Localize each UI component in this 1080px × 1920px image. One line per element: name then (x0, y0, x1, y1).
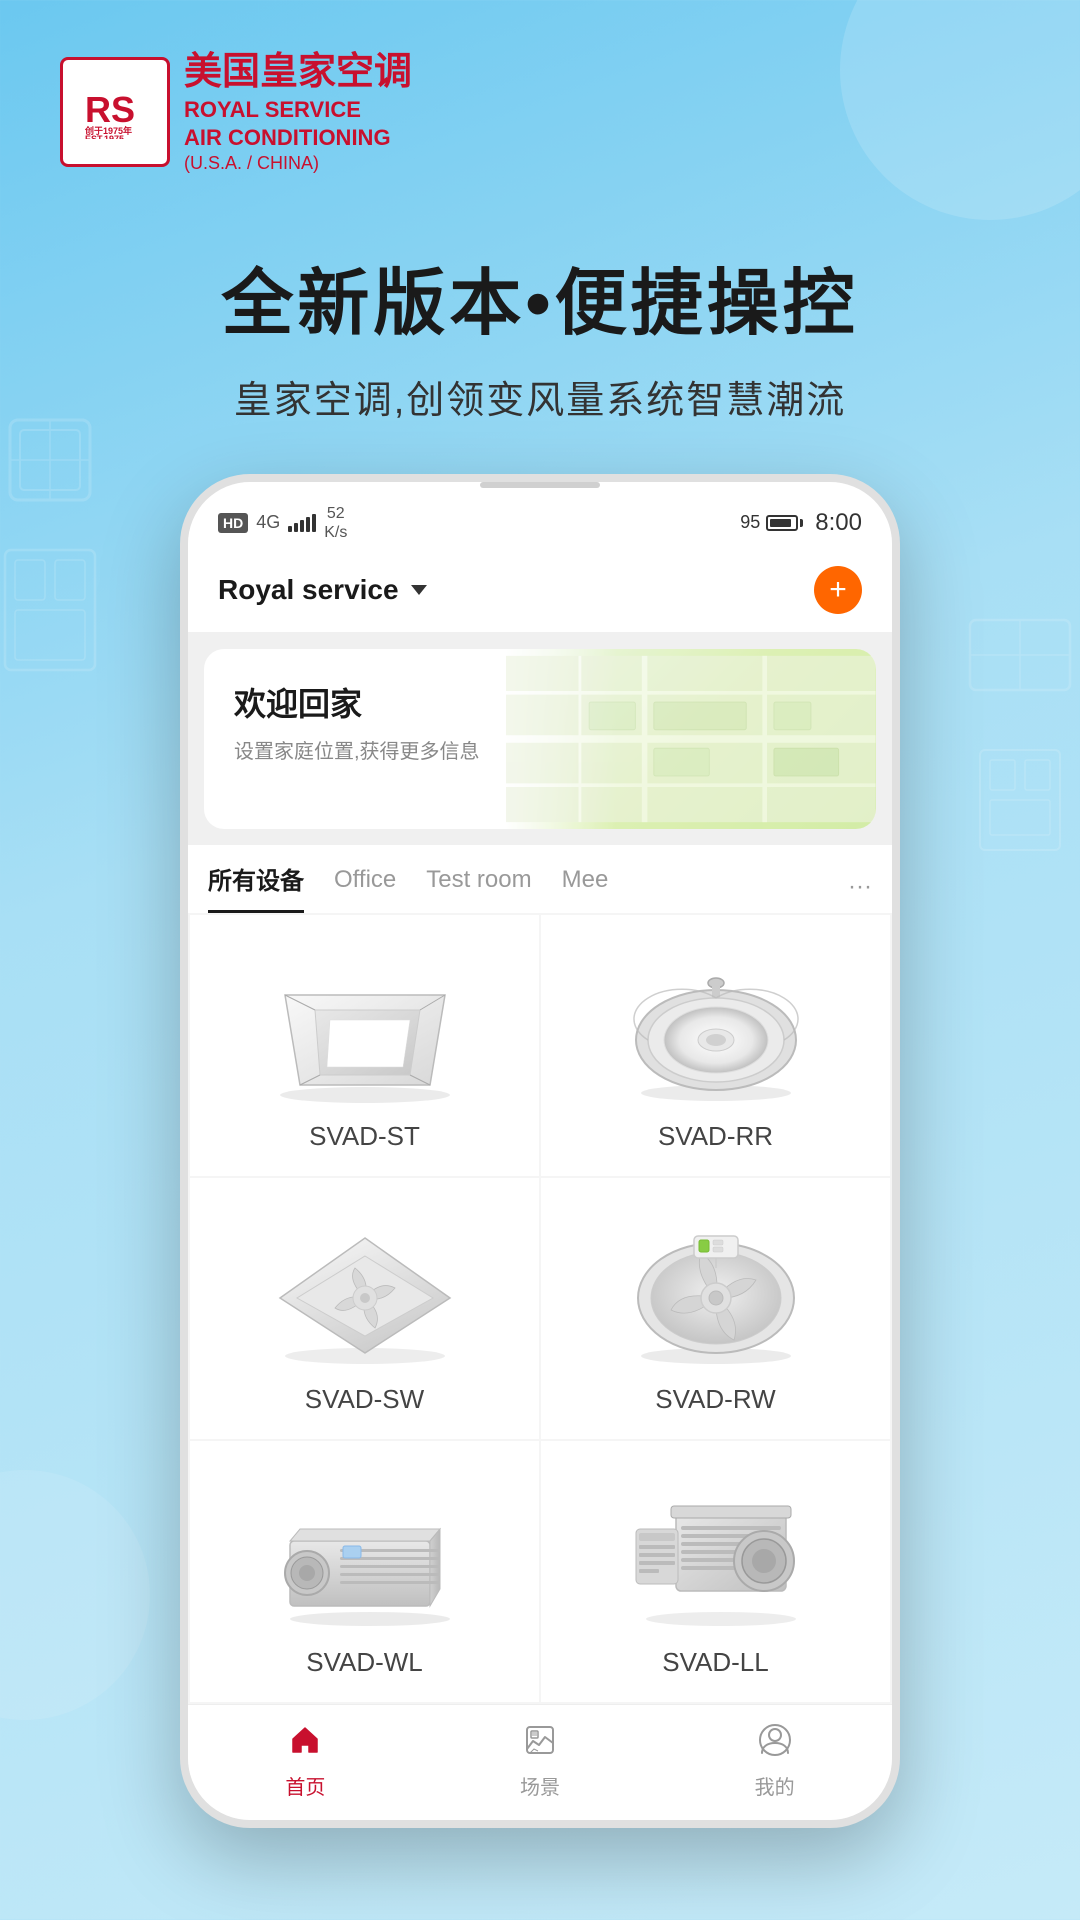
tab-mee[interactable]: Mee (562, 866, 609, 908)
svad-rr-label: SVAD-RR (658, 1121, 773, 1152)
welcome-text: 欢迎回家 设置家庭位置,获得更多信息 (204, 649, 876, 829)
device-card-svad-rr[interactable]: SVAD-RR (541, 915, 890, 1176)
phone-mockup: HD 4G 52K/s 95 (180, 474, 900, 1828)
status-bar: HD 4G 52K/s 95 (188, 488, 892, 550)
device-card-svad-sw[interactable]: SVAD-SW (190, 1178, 539, 1439)
nav-item-home[interactable]: 首页 (188, 1705, 423, 1820)
add-button[interactable]: + (814, 566, 862, 614)
device-card-svad-wl[interactable]: SVAD-WL (190, 1441, 539, 1702)
bg-deco-right (960, 600, 1080, 1000)
profile-icon (758, 1723, 792, 1765)
nav-scene-label: 场景 (520, 1771, 560, 1800)
welcome-subtitle: 设置家庭位置,获得更多信息 (234, 735, 846, 764)
hero-title: 全新版本•便捷操控 (60, 244, 1020, 349)
bottom-nav: 首页 场景 (188, 1704, 892, 1820)
phone-wrapper: HD 4G 52K/s 95 (0, 474, 1080, 1888)
battery-icon: 95 (740, 512, 803, 533)
logo-en3: (U.S.A. / CHINA) (184, 153, 412, 174)
logo-en1: ROYAL SERVICE (184, 96, 412, 125)
nav-profile-label: 我的 (755, 1771, 795, 1800)
status-left: HD 4G 52K/s (218, 504, 347, 542)
hero-subtitle: 皇家空调,创领变风量系统智慧潮流 (60, 369, 1020, 424)
battery-body (766, 515, 798, 531)
add-icon: + (829, 575, 847, 605)
scene-icon (523, 1723, 557, 1765)
svad-sw-image (265, 1208, 465, 1368)
signal-bar-2 (294, 523, 298, 532)
network-type: 4G (256, 512, 280, 533)
bg-deco-left (0, 400, 120, 800)
device-grid: SVAD-ST (188, 913, 892, 1704)
tab-office[interactable]: Office (334, 866, 396, 908)
nav-home-label: 首页 (285, 1771, 325, 1800)
svad-st-image (265, 945, 465, 1105)
nav-item-scene[interactable]: 场景 (423, 1705, 658, 1820)
notch (480, 482, 600, 488)
status-right: 95 8:00 (740, 509, 862, 537)
battery-fill (770, 519, 790, 527)
svad-wl-image (265, 1471, 465, 1631)
nav-item-profile[interactable]: 我的 (657, 1705, 892, 1820)
location-selector[interactable]: Royal service (218, 574, 427, 606)
chevron-down-icon[interactable] (411, 585, 427, 595)
svad-ll-label: SVAD-LL (662, 1647, 768, 1678)
logo-en2: AIR CONDITIONING (184, 124, 412, 153)
svg-text:EST.1975: EST.1975 (85, 134, 124, 139)
device-card-svad-rw[interactable]: SVAD-RW (541, 1178, 890, 1439)
hero-section: 全新版本•便捷操控 皇家空调,创领变风量系统智慧潮流 (0, 204, 1080, 474)
welcome-title: 欢迎回家 (234, 679, 846, 725)
app-navbar: Royal service + (188, 550, 892, 633)
welcome-card[interactable]: 欢迎回家 设置家庭位置,获得更多信息 (204, 649, 876, 829)
tab-all-devices[interactable]: 所有设备 (208, 861, 304, 913)
logo-box: RS 创于1975年 EST.1975 美国皇家空调 ROYAL SERVICE… (60, 50, 412, 174)
battery-pct: 95 (740, 512, 760, 533)
battery-tip (800, 519, 803, 527)
location-name: Royal service (218, 574, 399, 606)
tab-test-room[interactable]: Test room (426, 866, 531, 908)
home-icon (288, 1723, 322, 1765)
svg-text:RS: RS (85, 89, 135, 130)
signal-bar-4 (306, 517, 310, 532)
device-card-svad-ll[interactable]: SVAD-LL (541, 1441, 890, 1702)
logo-text: 美国皇家空调 ROYAL SERVICE AIR CONDITIONING (U… (184, 50, 412, 174)
device-tabs: 所有设备 Office Test room Mee ··· (188, 845, 892, 913)
signal-bar-3 (300, 520, 304, 532)
signal-bar-1 (288, 526, 292, 532)
hd-badge: HD (218, 513, 248, 533)
tab-more-icon[interactable]: ··· (848, 873, 872, 901)
logo-icon: RS 创于1975年 EST.1975 (60, 57, 170, 167)
svad-st-label: SVAD-ST (309, 1121, 420, 1152)
device-card-svad-st[interactable]: SVAD-ST (190, 915, 539, 1176)
speed-text: 52K/s (324, 504, 347, 542)
svad-ll-image (616, 1471, 816, 1631)
logo-cn-name: 美国皇家空调 (184, 50, 412, 96)
signal-bar-5 (312, 514, 316, 532)
time-display: 8:00 (815, 509, 862, 537)
svad-rr-image (616, 945, 816, 1105)
signal-bars (288, 514, 316, 532)
svad-wl-label: SVAD-WL (306, 1647, 423, 1678)
svad-rw-image (616, 1208, 816, 1368)
svad-rw-label: SVAD-RW (655, 1384, 775, 1415)
svad-sw-label: SVAD-SW (305, 1384, 424, 1415)
